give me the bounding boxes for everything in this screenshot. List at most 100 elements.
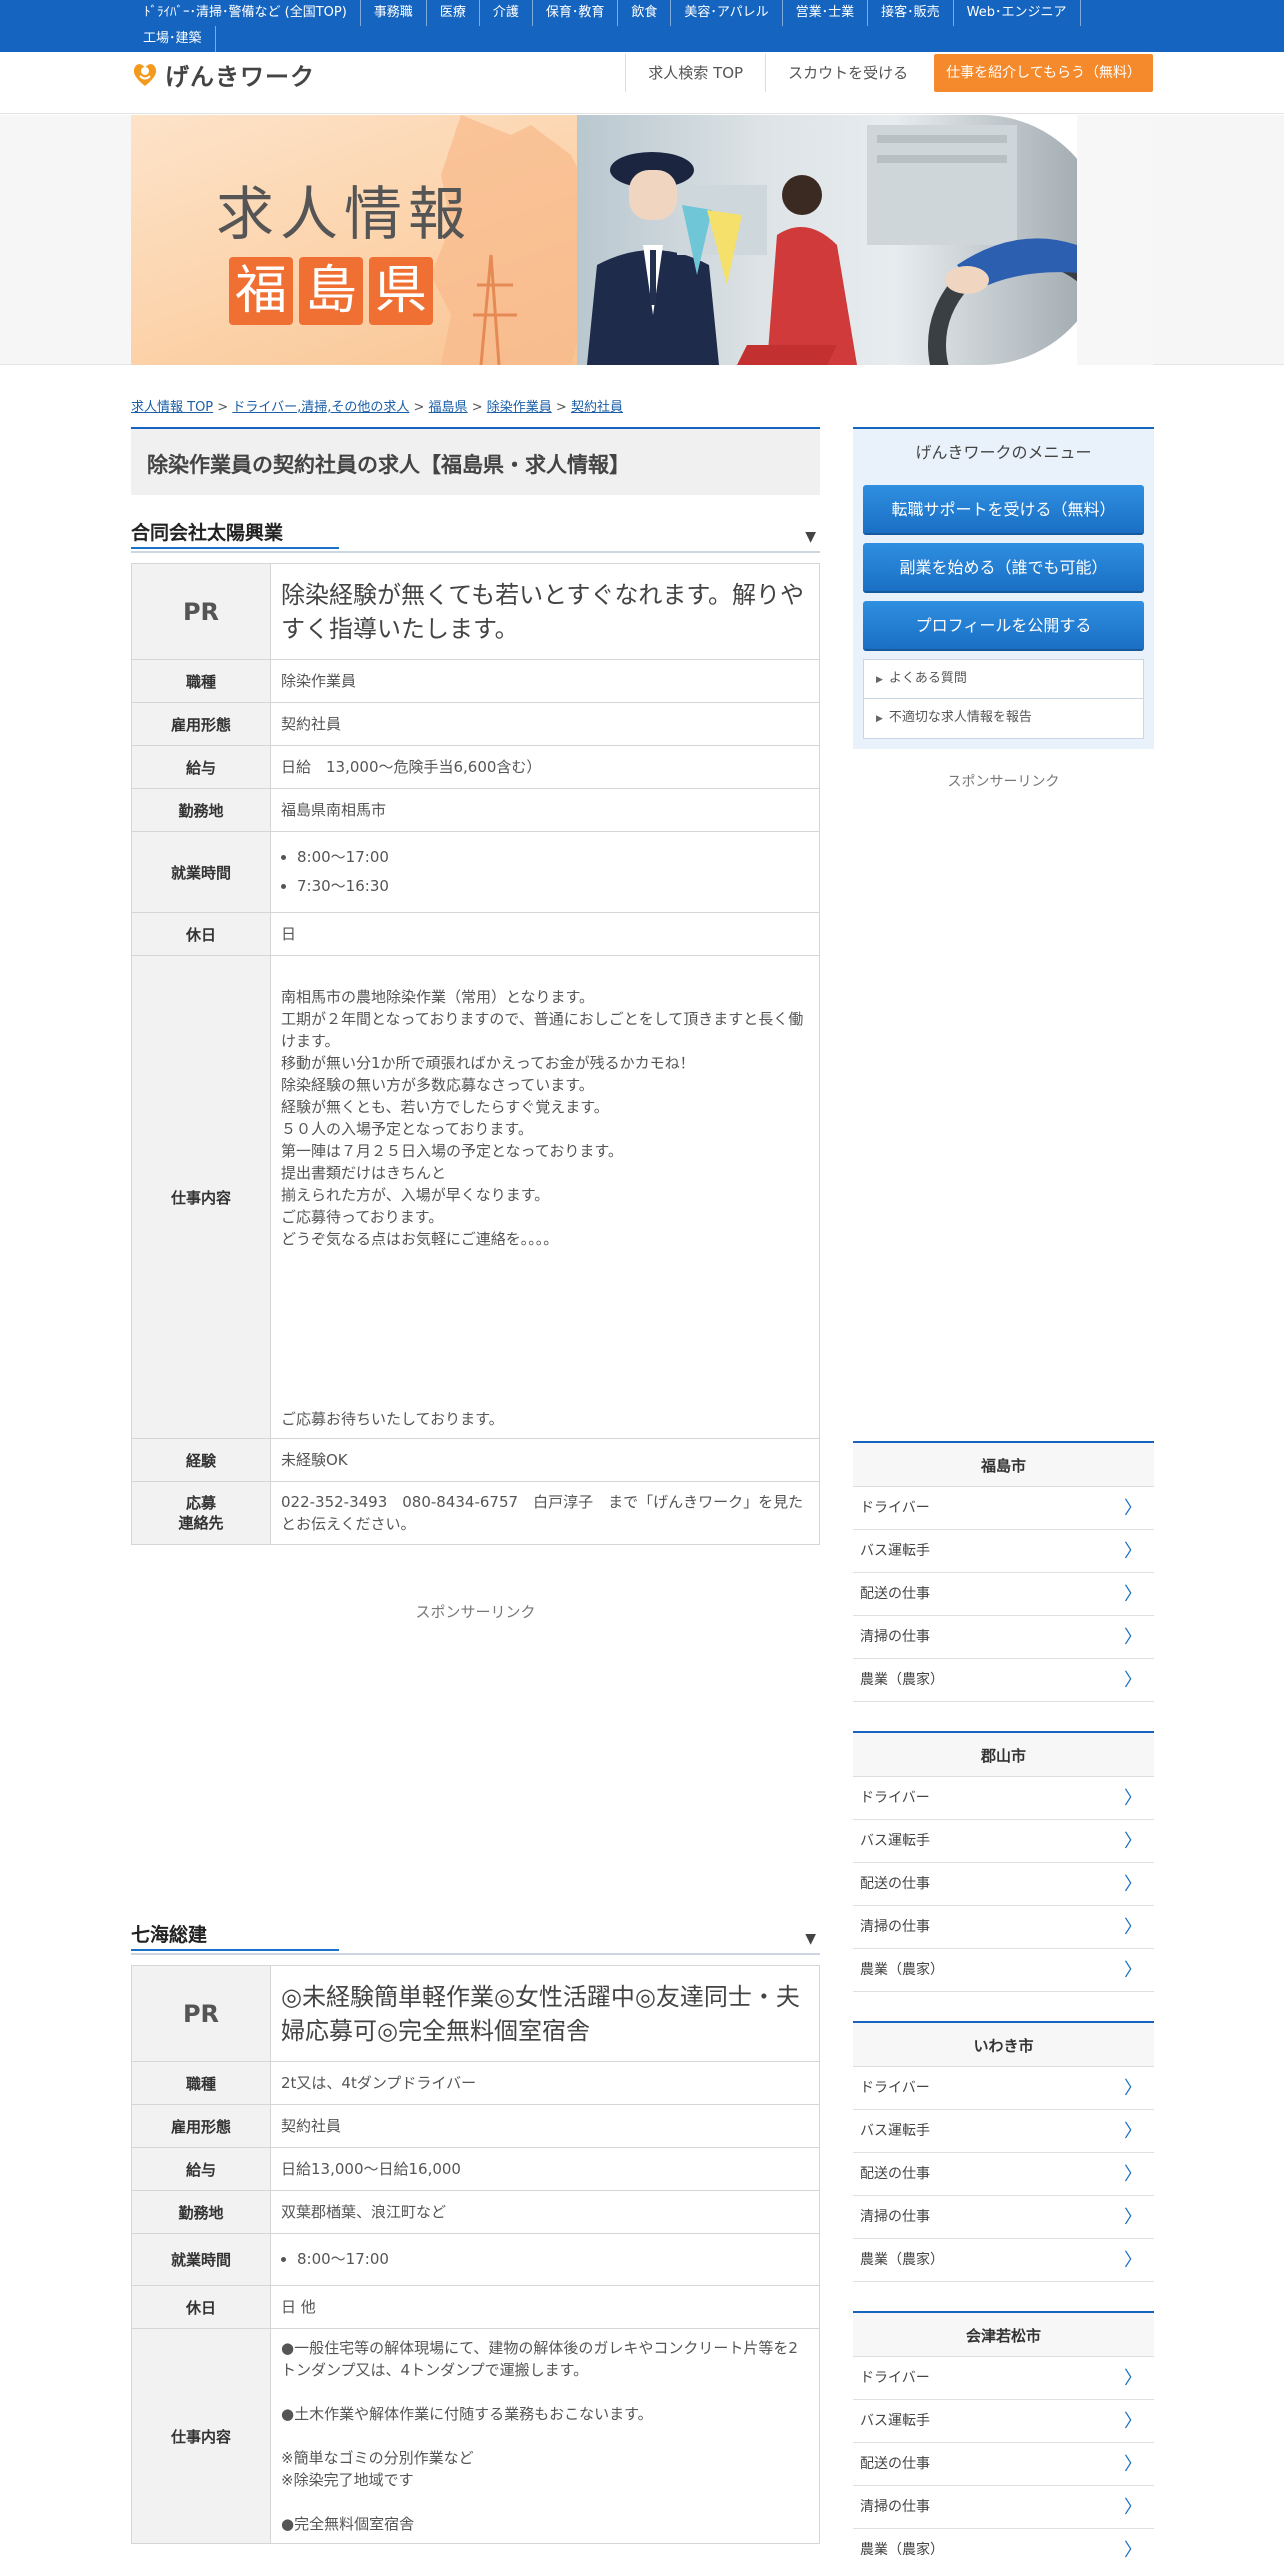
hours-value: 8:00〜17:00 [270, 2233, 820, 2286]
nav-item-education[interactable]: 保育･教育 [533, 0, 619, 26]
city-title: いわき市 [853, 2021, 1154, 2067]
breadcrumb-item[interactable]: 除染作業員 [487, 400, 552, 415]
experience-label: 経験 [131, 1438, 271, 1482]
company-name: 合同会社太陽興業 [131, 518, 339, 549]
breadcrumb-item[interactable]: 求人情報 TOP [131, 400, 213, 415]
city-job-link[interactable]: 農業（農家）〉 [853, 2529, 1154, 2568]
description-value: ●一般住宅等の解体現場にて、建物の解体後のガレキやコンクリート片等を2トンダンプ… [270, 2328, 820, 2544]
chevron-right-icon: 〉 [1124, 2164, 1142, 2185]
city-job-link[interactable]: ドライバー〉 [853, 1487, 1154, 1530]
city-title: 会津若松市 [853, 2311, 1154, 2357]
city-title: 郡山市 [853, 1731, 1154, 1777]
faq-link[interactable]: ▶ よくある質問 [864, 660, 1143, 699]
nav-item-top[interactable]: ﾄﾞﾗｲﾊﾞｰ･清掃･警備など (全国TOP) [130, 0, 361, 26]
city-job-link[interactable]: 農業（農家）〉 [853, 1949, 1154, 1992]
site-logo[interactable]: げんきワーク [131, 56, 315, 92]
chevron-right-icon: 〉 [1124, 1541, 1142, 1562]
nav-item-office[interactable]: 事務職 [361, 0, 427, 26]
nav-item-care[interactable]: 介護 [480, 0, 533, 26]
collapse-arrow-icon[interactable]: ▼ [805, 529, 816, 545]
hero-prefecture: 福 島 県 [229, 257, 433, 325]
collapse-arrow-icon[interactable]: ▼ [805, 1931, 816, 1947]
city-section-aizuwakamatsu: 会津若松市 ドライバー〉 バス運転手〉 配送の仕事〉 清掃の仕事〉 農業（農家）… [853, 2311, 1154, 2568]
faq-link-label: よくある質問 [888, 671, 967, 686]
report-link[interactable]: ▶ 不適切な求人情報を報告 [864, 699, 1143, 738]
breadcrumb-item[interactable]: ドライバー,清掃,その他の求人 [232, 400, 409, 415]
city-job-link[interactable]: バス運転手〉 [853, 1530, 1154, 1573]
hero-banner: 求人情報 福 島 県 [0, 115, 1284, 365]
triangle-right-icon: ▶ [876, 675, 883, 685]
city-job-link[interactable]: 清掃の仕事〉 [853, 1616, 1154, 1659]
city-job-link[interactable]: バス運転手〉 [853, 2110, 1154, 2153]
city-job-link[interactable]: 配送の仕事〉 [853, 1863, 1154, 1906]
chevron-right-icon: 〉 [1124, 2121, 1142, 2142]
hours-item: 8:00〜17:00 [297, 843, 809, 872]
city-job-link[interactable]: 清掃の仕事〉 [853, 2196, 1154, 2239]
hours-label: 就業時間 [131, 831, 271, 913]
company-header[interactable]: 七海総建 ▼ [131, 1919, 820, 1955]
logo-text: げんきワーク [165, 62, 315, 91]
location-label: 勤務地 [131, 788, 271, 832]
career-support-button[interactable]: 転職サポートを受ける（無料） [863, 485, 1144, 535]
chevron-right-icon: 〉 [1124, 1831, 1142, 1852]
city-job-link[interactable]: 清掃の仕事〉 [853, 1906, 1154, 1949]
nav-item-service[interactable]: 接客･販売 [868, 0, 954, 26]
job-type-label: 職種 [131, 659, 271, 703]
chevron-right-icon: 〉 [1124, 2454, 1142, 2475]
description-value: 南相馬市の農地除染作業（常用）となります。 工期が２年間となっておりますので、普… [270, 955, 820, 1439]
company-name: 七海総建 [131, 1920, 339, 1951]
side-job-button[interactable]: 副業を始める（誰でも可能） [863, 543, 1144, 593]
salary-value: 日給13,000～日給16,000 [270, 2147, 820, 2191]
city-job-link[interactable]: ドライバー〉 [853, 1777, 1154, 1820]
city-section-fukushima: 福島市 ドライバー〉 バス運転手〉 配送の仕事〉 清掃の仕事〉 農業（農家）〉 [853, 1441, 1154, 1702]
city-job-link[interactable]: ドライバー〉 [853, 2357, 1154, 2400]
sidebar-links: ▶ よくある質問 ▶ 不適切な求人情報を報告 [863, 659, 1144, 739]
chevron-right-icon: 〉 [1124, 2497, 1142, 2518]
city-job-link[interactable]: 農業（農家）〉 [853, 1659, 1154, 1702]
scout-link[interactable]: スカウトを受ける [765, 54, 930, 92]
breadcrumb-separator: > [555, 400, 567, 415]
heart-hand-icon [131, 59, 159, 89]
location-value: 双葉郡楢葉、浪江町など [270, 2190, 820, 2234]
city-job-link[interactable]: バス運転手〉 [853, 2400, 1154, 2443]
chevron-right-icon: 〉 [1124, 2250, 1142, 2271]
city-job-link[interactable]: 農業（農家）〉 [853, 2239, 1154, 2282]
job-search-top-link[interactable]: 求人検索 TOP [625, 54, 765, 92]
job-detail-table: PR 除染経験が無くても若いとすぐなれます。解りやすく指導いたします。 職種 除… [131, 563, 820, 1545]
city-job-link[interactable]: 配送の仕事〉 [853, 2443, 1154, 2486]
breadcrumb-separator: > [413, 400, 425, 415]
sidebar: げんきワークのメニュー 転職サポートを受ける（無料） 副業を始める（誰でも可能）… [853, 427, 1154, 791]
job-type-value: 2t又は、4tダンプドライバー [270, 2061, 820, 2105]
prefecture-char: 島 [299, 257, 363, 325]
city-job-link[interactable]: 配送の仕事〉 [853, 2153, 1154, 2196]
city-job-link[interactable]: 配送の仕事〉 [853, 1573, 1154, 1616]
nav-item-food[interactable]: 飲食 [618, 0, 672, 26]
chevron-right-icon: 〉 [1124, 1584, 1142, 1605]
nav-item-web[interactable]: Web･エンジニア [954, 0, 1081, 26]
sidebar-menu: げんきワークのメニュー 転職サポートを受ける（無料） 副業を始める（誰でも可能）… [853, 427, 1154, 749]
company-header[interactable]: 合同会社太陽興業 ▼ [131, 517, 820, 553]
city-job-link[interactable]: ドライバー〉 [853, 2067, 1154, 2110]
breadcrumb-item[interactable]: 契約社員 [571, 400, 623, 415]
publish-profile-button[interactable]: プロフィールを公開する [863, 601, 1144, 651]
experience-value: 未経験OK [270, 1438, 820, 1482]
city-job-link[interactable]: 清掃の仕事〉 [853, 2486, 1154, 2529]
chevron-right-icon: 〉 [1124, 2368, 1142, 2389]
city-job-link[interactable]: バス運転手〉 [853, 1820, 1154, 1863]
triangle-right-icon: ▶ [876, 714, 883, 724]
nav-item-factory[interactable]: 工場･建築 [130, 26, 216, 52]
city-section-iwaki: いわき市 ドライバー〉 バス運転手〉 配送の仕事〉 清掃の仕事〉 農業（農家）〉 [853, 2021, 1154, 2282]
employment-value: 契約社員 [270, 2104, 820, 2148]
breadcrumb-item[interactable]: 福島県 [429, 400, 468, 415]
site-header: げんきワーク 求人検索 TOP スカウトを受ける 仕事を紹介してもらう（無料） [0, 52, 1284, 114]
header-links: 求人検索 TOP スカウトを受ける 仕事を紹介してもらう（無料） [625, 54, 1153, 92]
nav-item-sales[interactable]: 営業･士業 [783, 0, 869, 26]
pr-label: PR [131, 1965, 271, 2062]
description-label: 仕事内容 [131, 955, 271, 1439]
nav-item-beauty[interactable]: 美容･アパレル [671, 0, 783, 26]
job-type-value: 除染作業員 [270, 659, 820, 703]
job-referral-button[interactable]: 仕事を紹介してもらう（無料） [934, 54, 1153, 92]
nav-item-medical[interactable]: 医療 [427, 0, 480, 26]
holiday-value: 日 他 [270, 2285, 820, 2329]
holiday-value: 日 [270, 912, 820, 956]
